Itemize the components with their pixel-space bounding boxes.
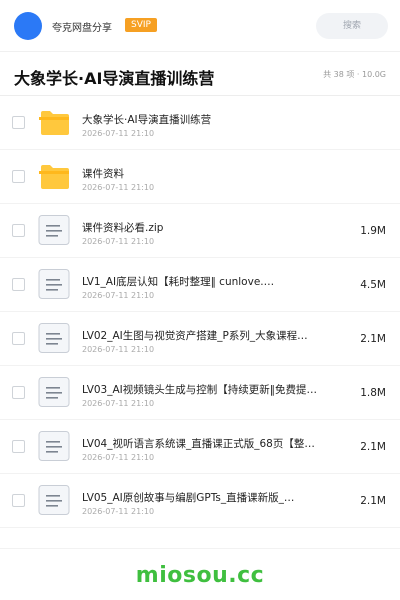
row-checkbox[interactable] [12,494,25,507]
folder-icon [38,107,70,137]
file-name[interactable]: LV02_AI生图与视觉资产搭建_P系列_大象课程… [82,328,332,343]
avatar[interactable] [14,12,42,40]
file-size: 4.5M [360,279,386,291]
document-icon [38,215,70,245]
file-size: 2.1M [360,495,386,507]
file-date: 2026-07-11 21:10 [82,507,155,516]
folder-header: 大象学长·AI导演直播训练营 共 38 项 · 10.0G [0,52,400,96]
file-size: 2.1M [360,441,386,453]
file-name[interactable]: LV04_视听语言系统课_直播课正式版_68页【整… [82,436,332,451]
file-row[interactable]: LV1_AI底层认知【耗时整理‖ cunlove.… 2026-07-11 21… [0,258,400,312]
file-name[interactable]: 课件资料 [82,166,332,181]
file-size: 1.9M [360,225,386,237]
file-date: 2026-07-11 21:10 [82,183,155,192]
document-icon [38,485,70,515]
document-icon [38,377,70,407]
page-title: 大象学长·AI导演直播训练营 [14,69,215,88]
file-row[interactable]: 大象学长·AI导演直播训练营 2026-07-11 21:10 [0,96,400,150]
svip-badge: SVIP [125,18,157,32]
document-icon [38,431,70,461]
watermark-brand: miosou.cc [135,563,265,588]
footer-divider [0,548,400,549]
file-list: 大象学长·AI导演直播训练营 2026-07-11 21:10 课件资料 202… [0,96,400,528]
search-input[interactable]: 搜索 [316,13,388,39]
file-size: 1.8M [360,387,386,399]
file-name[interactable]: LV1_AI底层认知【耗时整理‖ cunlove.… [82,274,332,289]
file-name[interactable]: 课件资料必看.zip [82,220,332,235]
file-row[interactable]: 课件资料 2026-07-11 21:10 [0,150,400,204]
folder-meta: 共 38 项 · 10.0G [323,70,386,79]
file-date: 2026-07-11 21:10 [82,399,155,408]
file-name[interactable]: 大象学长·AI导演直播训练营 [82,112,332,127]
document-icon [38,323,70,353]
row-checkbox[interactable] [12,224,25,237]
top-bar: 夸克网盘分享 SVIP 搜索 [0,0,400,52]
file-row[interactable]: LV05_AI原创故事与编剧GPTs_直播课新版_… 2026-07-11 21… [0,474,400,528]
file-date: 2026-07-11 21:10 [82,237,155,246]
document-icon [38,269,70,299]
file-row[interactable]: LV03_AI视频镜头生成与控制【持续更新‖免费提… 2026-07-11 21… [0,366,400,420]
file-name[interactable]: LV05_AI原创故事与编剧GPTs_直播课新版_… [82,490,332,505]
row-checkbox[interactable] [12,116,25,129]
file-row[interactable]: LV04_视听语言系统课_直播课正式版_68页【整… 2026-07-11 21… [0,420,400,474]
file-date: 2026-07-11 21:10 [82,129,155,138]
row-checkbox[interactable] [12,278,25,291]
row-checkbox[interactable] [12,440,25,453]
row-checkbox[interactable] [12,332,25,345]
file-date: 2026-07-11 21:10 [82,345,155,354]
share-source-label: 夸克网盘分享 [52,23,112,34]
folder-icon [38,161,70,191]
file-name[interactable]: LV03_AI视频镜头生成与控制【持续更新‖免费提… [82,382,332,397]
file-row[interactable]: 课件资料必看.zip 2026-07-11 21:10 1.9M [0,204,400,258]
file-date: 2026-07-11 21:10 [82,453,155,462]
row-checkbox[interactable] [12,170,25,183]
file-date: 2026-07-11 21:10 [82,291,155,300]
file-size: 2.1M [360,333,386,345]
file-row[interactable]: LV02_AI生图与视觉资产搭建_P系列_大象课程… 2026-07-11 21… [0,312,400,366]
row-checkbox[interactable] [12,386,25,399]
